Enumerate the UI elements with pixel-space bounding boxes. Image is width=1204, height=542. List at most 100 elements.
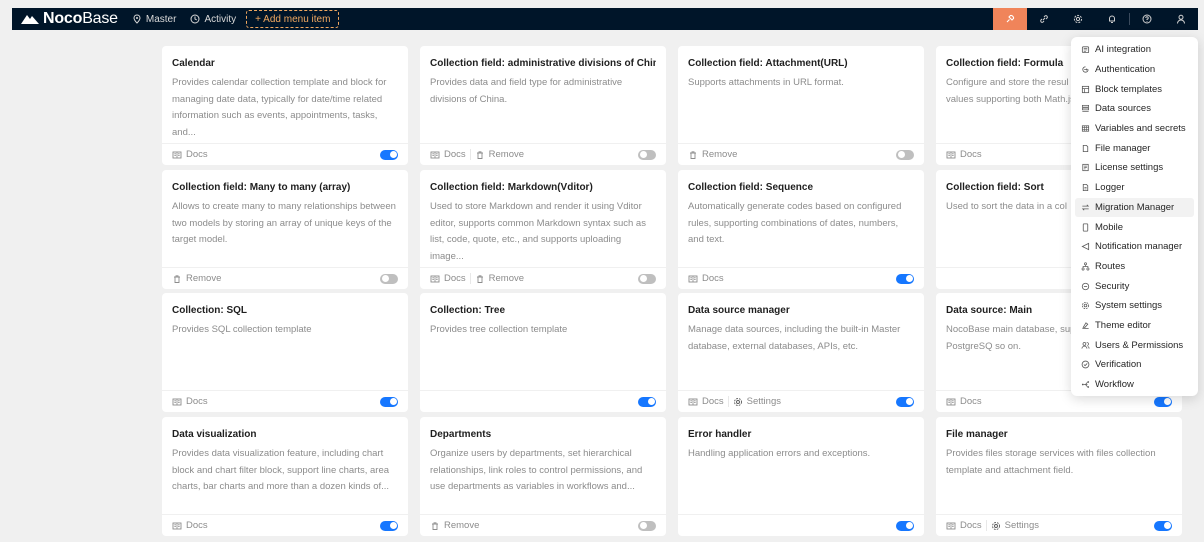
help-button[interactable] bbox=[1130, 8, 1164, 30]
card-body[interactable]: Data visualization Provides data visualiz… bbox=[162, 417, 408, 515]
plugin-enable-toggle[interactable] bbox=[638, 273, 656, 284]
menu-item-license-settings[interactable]: License settings bbox=[1071, 158, 1198, 178]
card-body[interactable]: Collection: Tree Provides tree collection… bbox=[420, 293, 666, 391]
plugin-description: Automatically generate codes based on co… bbox=[688, 201, 902, 245]
menu-item-block-templates[interactable]: Block templates bbox=[1071, 79, 1198, 99]
plugin-description: Allows to create many to many relationsh… bbox=[172, 201, 396, 245]
card-body[interactable]: Collection field: administrative divisio… bbox=[420, 46, 666, 144]
plugin-enable-toggle[interactable] bbox=[380, 520, 398, 531]
plugin-card: Collection field: Attachment(URL) Support… bbox=[678, 46, 924, 165]
nav-master[interactable]: Master bbox=[132, 14, 176, 25]
docs-link[interactable]: Docs bbox=[688, 396, 724, 407]
docs-link[interactable]: Docs bbox=[430, 273, 466, 284]
settings-button[interactable] bbox=[1061, 8, 1095, 30]
docs-link[interactable]: Docs bbox=[946, 149, 982, 160]
menu-item-file-manager[interactable]: File manager bbox=[1071, 138, 1198, 158]
plugin-enable-toggle[interactable] bbox=[896, 396, 914, 407]
plugin-card: Collection field: administrative divisio… bbox=[420, 46, 666, 165]
swap-icon bbox=[1081, 204, 1090, 211]
add-menu-item-button[interactable]: + Add menu item bbox=[246, 10, 340, 28]
docs-link[interactable]: Docs bbox=[946, 396, 982, 407]
layout-icon bbox=[1081, 85, 1090, 93]
logo-text-bold: Noco bbox=[43, 10, 83, 27]
docs-link[interactable]: Docs bbox=[430, 149, 466, 160]
routes-icon bbox=[1081, 262, 1090, 271]
docs-link[interactable]: Docs bbox=[172, 149, 208, 160]
menu-item-authentication[interactable]: Authentication bbox=[1071, 60, 1198, 80]
menu-item-migration-manager[interactable]: Migration Manager bbox=[1075, 197, 1194, 218]
book-icon bbox=[430, 275, 440, 282]
settings-link[interactable]: Settings bbox=[733, 396, 781, 407]
plugin-manager-button[interactable] bbox=[993, 8, 1027, 30]
plugin-enable-toggle[interactable] bbox=[380, 396, 398, 407]
menu-item-verification[interactable]: Verification bbox=[1071, 355, 1198, 375]
shield-icon bbox=[1081, 282, 1090, 290]
plugin-enable-toggle[interactable] bbox=[638, 149, 656, 160]
plugin-card: Data visualization Provides data visualiz… bbox=[162, 417, 408, 536]
menu-item-theme-editor[interactable]: Theme editor bbox=[1071, 316, 1198, 336]
plugin-enable-toggle[interactable] bbox=[896, 149, 914, 160]
remove-link[interactable]: Remove bbox=[430, 520, 479, 531]
card-footer bbox=[420, 391, 666, 412]
plugin-enable-toggle[interactable] bbox=[638, 396, 656, 407]
menu-item-workflow[interactable]: Workflow bbox=[1071, 375, 1198, 395]
menu-item-variables-and-secrets[interactable]: Variables and secrets bbox=[1071, 119, 1198, 139]
menu-item-routes[interactable]: Routes bbox=[1071, 257, 1198, 277]
docs-link[interactable]: Docs bbox=[172, 520, 208, 531]
help-icon bbox=[1142, 14, 1152, 24]
card-body[interactable]: Data source manager Manage data sources, … bbox=[678, 293, 924, 391]
plugin-enable-toggle[interactable] bbox=[638, 520, 656, 531]
menu-item-ai-integration[interactable]: AI integration bbox=[1071, 40, 1198, 60]
card-body[interactable]: Calendar Provides calendar collection tem… bbox=[162, 46, 408, 144]
menu-item-users-permissions[interactable]: Users & Permissions bbox=[1071, 335, 1198, 355]
plugin-enable-toggle[interactable] bbox=[1154, 520, 1172, 531]
plugin-card: Error handler Handling application errors… bbox=[678, 417, 924, 536]
settings-link[interactable]: Settings bbox=[991, 520, 1039, 531]
plugin-enable-toggle[interactable] bbox=[380, 149, 398, 160]
remove-link[interactable]: Remove bbox=[172, 273, 221, 284]
card-body[interactable]: Departments Organize users by departments… bbox=[420, 417, 666, 515]
card-body[interactable]: Collection: SQL Provides SQL collection t… bbox=[162, 293, 408, 391]
card-body[interactable]: Collection field: Attachment(URL) Support… bbox=[678, 46, 924, 144]
remove-link[interactable]: Remove bbox=[475, 273, 524, 284]
check-circle-icon bbox=[1081, 361, 1090, 369]
logo-icon bbox=[21, 15, 39, 24]
book-icon bbox=[172, 522, 182, 529]
card-body[interactable]: Collection field: Sequence Automatically … bbox=[678, 170, 924, 268]
plugin-enable-toggle[interactable] bbox=[1154, 396, 1172, 407]
docs-link[interactable]: Docs bbox=[172, 396, 208, 407]
plugin-title: Error handler bbox=[688, 429, 752, 440]
card-body[interactable]: Error handler Handling application errors… bbox=[678, 417, 924, 515]
docs-link[interactable]: Docs bbox=[688, 273, 724, 284]
menu-item-system-settings[interactable]: System settings bbox=[1071, 296, 1198, 316]
plugin-description: Provides calendar collection template an… bbox=[172, 77, 387, 138]
send-icon bbox=[1081, 242, 1090, 251]
menu-item-mobile[interactable]: Mobile bbox=[1071, 217, 1198, 237]
remove-link[interactable]: Remove bbox=[688, 149, 737, 160]
menu-item-data-sources[interactable]: Data sources bbox=[1071, 99, 1198, 119]
card-body[interactable]: Collection field: Markdown(Vditor) Used t… bbox=[420, 170, 666, 268]
remove-link[interactable]: Remove bbox=[475, 149, 524, 160]
book-icon bbox=[946, 151, 956, 158]
menu-item-notification-manager[interactable]: Notification manager bbox=[1071, 237, 1198, 257]
plugin-enable-toggle[interactable] bbox=[380, 273, 398, 284]
card-body[interactable]: File manager Provides files storage servi… bbox=[936, 417, 1182, 515]
trash-icon bbox=[174, 274, 180, 283]
plugin-card: Collection: SQL Provides SQL collection t… bbox=[162, 293, 408, 412]
notifications-button[interactable] bbox=[1095, 8, 1129, 30]
menu-item-logger[interactable]: Logger bbox=[1071, 178, 1198, 198]
plugin-title: Collection: SQL bbox=[172, 305, 247, 316]
app-logo[interactable]: Noco Base bbox=[20, 10, 118, 28]
card-footer: Remove bbox=[162, 268, 408, 289]
logo-text-light: Base bbox=[82, 10, 118, 27]
menu-item-security[interactable]: Security bbox=[1071, 276, 1198, 296]
card-body[interactable]: Collection field: Many to many (array) Al… bbox=[162, 170, 408, 268]
link-button[interactable] bbox=[1027, 8, 1061, 30]
user-menu-button[interactable] bbox=[1164, 8, 1198, 30]
user-icon bbox=[1177, 14, 1185, 24]
nav-activity[interactable]: Activity bbox=[190, 14, 236, 25]
plugin-enable-toggle[interactable] bbox=[896, 520, 914, 531]
plugin-enable-toggle[interactable] bbox=[896, 273, 914, 284]
settings-dropdown-menu: AI integration Authentication Block templa… bbox=[1071, 37, 1198, 396]
docs-link[interactable]: Docs bbox=[946, 520, 982, 531]
